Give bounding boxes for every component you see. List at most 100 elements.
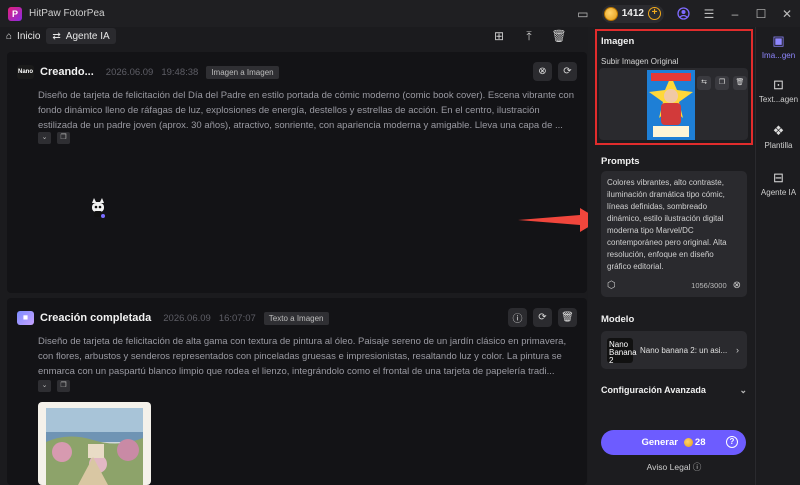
advanced-label: Configuración Avanzada [601,385,706,395]
toolbar-actions: ⊞ ⤒ 🗑 [491,27,567,45]
add-credits-icon[interactable]: + [648,7,661,20]
regenerate-icon[interactable]: ⟳ [533,308,552,327]
result-thumbnail[interactable] [38,402,151,485]
nav-label: Agente IA [760,188,797,197]
image-section: Imagen Subir Imagen Original ⇆ ❐ 🗑 [595,29,753,145]
model-selector[interactable]: Nano Banana 2 Nano banana 2: un asi... › [601,331,747,369]
loading-mascot-icon [92,198,105,218]
clear-icon[interactable]: ⊗ [733,280,741,291]
card-prompt-text: Diseño de tarjeta de felicitación de alt… [38,336,567,377]
legal-notice-link[interactable]: Aviso Legal ⓘ [601,461,747,473]
model-title: Modelo [601,314,635,325]
info-icon[interactable]: ⓘ [508,308,527,327]
copy-image-icon[interactable]: ❐ [715,76,729,90]
help-icon[interactable]: ? [726,436,738,448]
side-navigation: ▣ Ima...gen ⊡ Text...agen ❖ Plantilla ⊟ … [755,27,800,485]
trash-icon[interactable]: 🗑 [551,27,567,45]
card-header: Nano Creando... 2026.06.09 19:48:38 Imag… [17,62,577,82]
card-title: Creación completada [40,312,152,324]
regenerate-icon[interactable]: ⟳ [558,62,577,81]
model-name: Nano banana 2: un asi... [640,345,728,355]
history-card-creating: Nano Creando... 2026.06.09 19:48:38 Imag… [7,52,587,293]
nav-item-text-to-image[interactable]: ⊡ Text...agen [756,77,800,104]
app-logo: P [8,6,22,21]
top-toolbar: ⌂ Inicio ⇄ Agente IA ⊞ ⤒ 🗑 [0,27,587,45]
template-icon: ❖ [772,123,785,138]
generate-label: Generar [641,437,678,448]
prompts-title: Prompts [601,156,640,167]
prompt-textarea[interactable]: Colores vibrantes, alto contraste, ilumi… [601,171,747,297]
model-logo: Nano Banana 2 [607,337,637,365]
advanced-settings-toggle[interactable]: Configuración Avanzada ⌄ [601,383,747,397]
nav-item-template[interactable]: ❖ Plantilla [756,123,800,150]
user-icon[interactable] [670,0,696,27]
card-time: 19:48:38 [161,66,199,78]
chevron-down-icon: ⌄ [739,384,747,395]
card-tools: ⓘ ⟳ 🗑 [508,308,577,327]
maximize-icon[interactable]: ☐ [748,0,774,27]
copy-icon[interactable]: ❐ [57,380,70,392]
prompt-footer: ⬡ 1056/3000 ⊗ [607,279,741,291]
card-date: 2026.06.09 [163,312,211,324]
expand-chevron-icon[interactable]: ⌄ [38,380,51,392]
settings-panel: Imagen Subir Imagen Original ⇆ ❐ 🗑 Promp… [588,27,754,485]
card-mode-tag: Imagen a Imagen [206,65,279,79]
card-date: 2026.06.09 [105,66,154,78]
app-title: HitPaw FotorPea [29,8,105,19]
card-mini-actions: ⌄ ❐ [38,132,70,144]
text-to-image-icon: ◼ [17,311,34,325]
nav-item-agent[interactable]: ⊟ Agente IA [756,170,800,197]
uploaded-comic-image [647,70,695,140]
info-icon: ⓘ [692,462,702,472]
expand-chevron-icon[interactable]: ⌄ [38,132,51,144]
nav-item-image[interactable]: ▣ Ima...gen [756,33,800,60]
minimize-icon[interactable]: – [722,0,748,27]
coin-icon [603,6,618,21]
card-prompt-text: Diseño de tarjeta de felicitación del Dí… [38,90,574,131]
screen-record-icon[interactable]: ▭ [570,0,596,27]
delete-image-icon[interactable]: 🗑 [733,76,747,90]
app-window: P HitPaw FotorPea ▭ 1412 + ☰ – ☐ ✕ ⌂ Ini… [0,0,800,485]
card-mode-tag: Texto a Imagen [263,311,329,325]
card-header: ◼ Creación completada 2026.06.09 16:07:0… [17,308,577,328]
agent-tab-button[interactable]: ⇄ Agente IA [46,28,116,44]
card-mini-actions: ⌄ ❐ [38,380,70,392]
trash-icon[interactable]: 🗑 [558,308,577,327]
prompt-text[interactable]: Colores vibrantes, alto contraste, ilumi… [607,177,739,273]
image-icon: ▣ [772,33,785,48]
card-time: 16:07:07 [218,312,256,324]
cancel-icon[interactable]: ⊗ [533,62,552,81]
nav-label: Text...agen [758,95,799,104]
cube-icon[interactable]: ⬡ [607,280,616,291]
menu-icon[interactable]: ☰ [696,0,722,27]
chevron-right-icon: › [736,345,739,355]
home-icon: ⌂ [6,30,13,42]
generate-button[interactable]: Generar 28 ? [601,430,746,455]
legal-label: Aviso Legal [646,462,691,472]
credits-badge[interactable]: 1412 + [601,4,664,23]
title-bar-controls: ▭ 1412 + ☰ – ☐ ✕ [570,0,800,27]
home-button[interactable]: ⌂ Inicio [0,28,46,44]
upload-area[interactable]: ⇆ ❐ 🗑 [599,68,748,140]
history-card-completed: ◼ Creación completada 2026.06.09 16:07:0… [7,298,587,485]
card-title: Creando... [40,66,94,78]
book-icon[interactable]: ⊞ [491,27,507,45]
upload-label: Subir Imagen Original [601,57,679,66]
nav-label: Ima...gen [761,51,796,60]
agent-label: Agente IA [65,30,110,42]
close-icon[interactable]: ✕ [774,0,800,27]
credits-count: 1412 [621,8,644,19]
home-label: Inicio [17,30,41,42]
title-bar: P HitPaw FotorPea ▭ 1412 + ☰ – ☐ ✕ [0,0,800,27]
swap-icon: ⇄ [52,30,61,42]
char-count: 1056/3000 [691,280,727,290]
nav-label: Plantilla [764,141,793,150]
replace-image-icon[interactable]: ⇆ [697,76,711,90]
card-tools: ⊗ ⟳ [533,62,577,81]
nano-model-icon: Nano [17,65,34,79]
image-tools: ⇆ ❐ 🗑 [697,76,747,90]
upload-icon[interactable]: ⤒ [521,27,537,45]
agent-icon: ⊟ [773,170,784,185]
copy-icon[interactable]: ❐ [57,132,70,144]
coin-icon [683,438,693,447]
